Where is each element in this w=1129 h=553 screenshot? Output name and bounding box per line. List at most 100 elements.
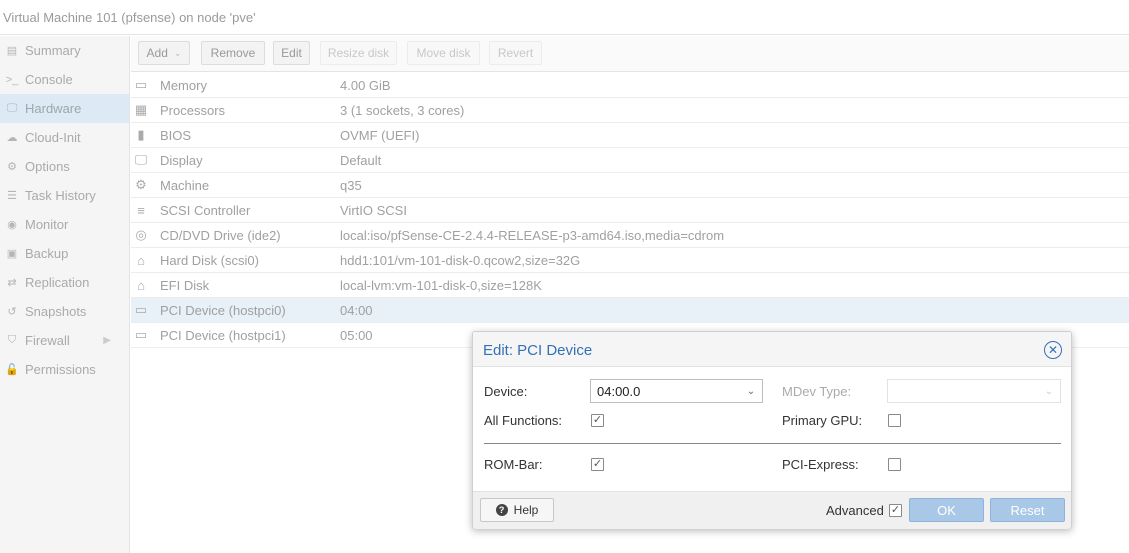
rom-bar-checkbox[interactable]: ✓ — [591, 458, 604, 471]
sidebar: ▤ Summary >_ Console 🖵 Hardware ☁ Cloud-… — [0, 36, 130, 553]
desktop-icon: 🖵 — [6, 102, 18, 114]
all-functions-label: All Functions: — [484, 413, 563, 428]
hardware-list: ▭ Memory 4.00 GiB ▦ Processors 3 (1 sock… — [131, 73, 1129, 348]
hardware-value: 4.00 GiB — [340, 77, 391, 93]
shield-icon: ⛉ — [7, 334, 17, 346]
sidebar-item-label: Permissions — [25, 362, 96, 377]
remove-button[interactable]: Remove — [201, 41, 265, 65]
hardware-row-scsi-controller[interactable]: ≡ SCSI Controller VirtIO SCSI — [131, 198, 1129, 223]
hardware-row-bios[interactable]: ▮ BIOS OVMF (UEFI) — [131, 123, 1129, 148]
help-button-label: Help — [513, 503, 539, 517]
rom-bar-label: ROM-Bar: — [484, 457, 543, 472]
hdd-icon: ⌂ — [137, 277, 145, 293]
sidebar-item-label: Snapshots — [25, 304, 87, 319]
resize-disk-button[interactable]: Resize disk — [320, 41, 397, 65]
advanced-label: Advanced — [826, 503, 884, 518]
hardware-row-machine[interactable]: ⚙ Machine q35 — [131, 173, 1129, 198]
floppy-icon: ▣ — [6, 248, 18, 260]
sidebar-item-label: Replication — [25, 275, 90, 290]
hardware-value: hdd1:101/vm-101-disk-0.qcow2,size=32G — [340, 252, 581, 268]
primary-gpu-label: Primary GPU: — [782, 413, 863, 428]
chevron-down-icon[interactable]: ⌄ — [740, 380, 762, 402]
memory-icon: ▭ — [134, 77, 148, 92]
hdd-icon: ⌂ — [137, 252, 145, 268]
mdev-type-label: MDev Type: — [782, 384, 852, 399]
hardware-value: local-lvm:vm-101-disk-0,size=128K — [340, 277, 542, 293]
hardware-value: 05:00 — [340, 327, 373, 343]
hardware-value: 3 (1 sockets, 3 cores) — [340, 102, 465, 118]
move-disk-button[interactable]: Move disk — [407, 41, 480, 65]
history-icon: ↺ — [7, 306, 17, 318]
device-select[interactable]: 04:00.0 ⌄ — [590, 379, 763, 403]
hardware-value: Default — [340, 152, 382, 168]
eye-icon: ◉ — [7, 219, 17, 231]
hardware-row-memory[interactable]: ▭ Memory 4.00 GiB — [131, 73, 1129, 98]
hardware-name: Processors — [160, 102, 226, 118]
hardware-name: Memory — [160, 77, 207, 93]
sidebar-item-options[interactable]: ⚙ Options — [0, 152, 129, 181]
sidebar-item-backup[interactable]: ▣ Backup — [0, 239, 129, 268]
pci-card-icon: ▭ — [134, 302, 148, 317]
hardware-name: PCI Device (hostpci1) — [160, 327, 286, 343]
hardware-toolbar: Add ⌄ Remove Edit Resize disk Move disk … — [131, 36, 1129, 72]
sidebar-item-hardware[interactable]: 🖵 Hardware — [0, 94, 129, 123]
device-select-value: 04:00.0 — [597, 384, 641, 399]
hardware-value: local:iso/pfSense-CE-2.4.4-RELEASE-p3-am… — [340, 227, 725, 243]
advanced-checkbox[interactable]: ✓ — [889, 504, 902, 517]
terminal-icon: >_ — [5, 73, 19, 86]
sidebar-item-permissions[interactable]: 🔓 Permissions — [0, 355, 129, 384]
chevron-right-icon[interactable]: ▶ — [103, 335, 111, 346]
pci-express-checkbox[interactable] — [888, 458, 901, 471]
cogs-icon: ⚙ — [135, 177, 147, 192]
edit-button[interactable]: Edit — [273, 41, 310, 65]
sidebar-item-label: Firewall — [25, 333, 70, 348]
hardware-row-pci-hostpci0[interactable]: ▭ PCI Device (hostpci0) 04:00 — [131, 298, 1129, 323]
reset-button[interactable]: Reset — [990, 498, 1065, 522]
sidebar-item-summary[interactable]: ▤ Summary — [0, 36, 129, 65]
hardware-row-cdrom[interactable]: ◎ CD/DVD Drive (ide2) local:iso/pfSense-… — [131, 223, 1129, 248]
all-functions-checkbox[interactable]: ✓ — [591, 414, 604, 427]
sidebar-item-label: Monitor — [25, 217, 69, 232]
device-label: Device: — [484, 384, 528, 399]
microchip-icon: ▮ — [137, 127, 145, 142]
sidebar-item-monitor[interactable]: ◉ Monitor — [0, 210, 129, 239]
question-circle-icon: ? — [495, 504, 508, 516]
hardware-value: VirtIO SCSI — [340, 202, 407, 218]
sidebar-item-firewall[interactable]: ⛉ Firewall ▶ — [0, 326, 129, 355]
hardware-row-efi-disk[interactable]: ⌂ EFI Disk local-lvm:vm-101-disk-0,size=… — [131, 273, 1129, 298]
pci-card-icon: ▭ — [134, 327, 148, 342]
sidebar-item-task-history[interactable]: ☰ Task History — [0, 181, 129, 210]
close-icon[interactable]: ✕ — [1044, 341, 1062, 359]
dialog-footer: ? Help Advanced ✓ OK Reset — [473, 491, 1071, 529]
edit-pci-device-dialog: Edit: PCI Device ✕ Device: 04:00.0 ⌄ MDe… — [472, 331, 1072, 529]
hardware-value: q35 — [340, 177, 362, 193]
ok-button[interactable]: OK — [909, 498, 984, 522]
add-button-label: Add — [146, 46, 168, 60]
chevron-down-icon[interactable]: ⌄ — [1038, 380, 1060, 402]
database-icon: ≡ — [137, 202, 145, 218]
cdrom-icon: ◎ — [135, 227, 147, 242]
sidebar-item-label: Options — [25, 159, 70, 174]
sidebar-item-label: Task History — [25, 188, 96, 203]
hardware-name: SCSI Controller — [160, 202, 251, 218]
hardware-row-display[interactable]: 🖵 Display Default — [131, 148, 1129, 173]
sidebar-item-replication[interactable]: ⇄ Replication — [0, 268, 129, 297]
book-icon: ▤ — [6, 45, 18, 57]
sidebar-item-cloud-init[interactable]: ☁ Cloud-Init — [0, 123, 129, 152]
hardware-name: EFI Disk — [160, 277, 210, 293]
hardware-name: Machine — [160, 177, 210, 193]
sidebar-item-label: Backup — [25, 246, 69, 261]
hardware-row-hard-disk[interactable]: ⌂ Hard Disk (scsi0) hdd1:101/vm-101-disk… — [131, 248, 1129, 273]
primary-gpu-checkbox[interactable] — [888, 414, 901, 427]
sidebar-item-snapshots[interactable]: ↺ Snapshots — [0, 297, 129, 326]
hardware-row-processors[interactable]: ▦ Processors 3 (1 sockets, 3 cores) — [131, 98, 1129, 123]
sidebar-item-console[interactable]: >_ Console — [0, 65, 129, 94]
mdev-type-select[interactable]: ⌄ — [887, 379, 1061, 403]
list-icon: ☰ — [7, 190, 17, 202]
hardware-value: OVMF (UEFI) — [340, 127, 420, 143]
help-button[interactable]: ? Help — [480, 498, 554, 522]
hardware-value: 04:00 — [340, 302, 373, 318]
add-button[interactable]: Add ⌄ — [138, 41, 190, 65]
hardware-name: BIOS — [160, 127, 192, 143]
revert-button[interactable]: Revert — [489, 41, 542, 65]
